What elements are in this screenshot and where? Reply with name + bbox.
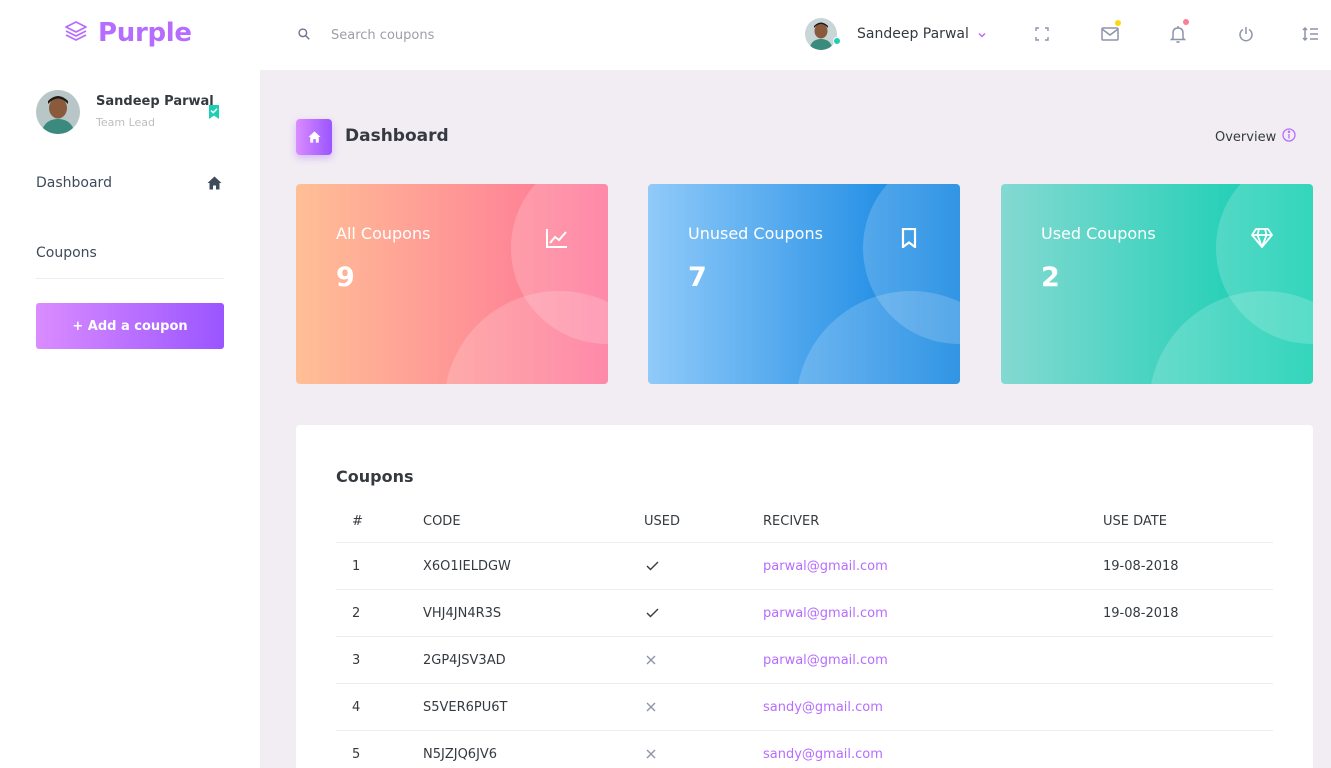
bookmark-icon <box>901 227 917 252</box>
cell-receiver-link[interactable]: parwal@gmail.com <box>763 559 888 574</box>
check-icon <box>646 607 659 622</box>
bookmark-check-icon <box>208 104 220 123</box>
cell-number: 1 <box>352 559 361 574</box>
bell-icon[interactable] <box>1168 19 1189 44</box>
column-header-code: CODE <box>423 514 461 529</box>
home-icon <box>207 175 222 194</box>
cell-receiver-link[interactable]: sandy@gmail.com <box>763 747 883 762</box>
cell-code: 2GP4JSV3AD <box>423 653 506 668</box>
card-decoration <box>796 291 960 384</box>
cell-number: 3 <box>352 653 361 668</box>
stat-card-all-coupons: All Coupons 9 <box>296 184 608 384</box>
table-title: Coupons <box>336 467 414 486</box>
overview-link[interactable]: Overview <box>1215 128 1296 146</box>
column-header-receiver: RECIVER <box>763 514 820 529</box>
sidebar-profile[interactable]: Sandeep Parwal Team Lead <box>36 90 219 134</box>
cell-use-date: 19-08-2018 <box>1103 606 1179 621</box>
brand-logo[interactable]: Purple <box>64 18 192 48</box>
online-status-dot <box>833 37 841 45</box>
stat-label: Unused Coupons <box>688 224 823 243</box>
table-row: 5 N5JZJQ6JV6 sandy@gmail.com <box>336 730 1273 768</box>
sidebar: Sandeep Parwal Team Lead Dashboard Coupo… <box>0 70 260 768</box>
nav-profile-dropdown[interactable]: Sandeep Parwal <box>805 18 987 50</box>
table-row: 3 2GP4JSV3AD parwal@gmail.com <box>336 636 1273 683</box>
sidebar-item-label: Coupons <box>36 245 97 261</box>
column-header-use-date: USE DATE <box>1103 514 1167 529</box>
table-row: 2 VHJ4JN4R3S parwal@gmail.com 19-08-2018 <box>336 589 1273 636</box>
power-icon[interactable] <box>1236 24 1256 44</box>
stat-value: 7 <box>688 262 707 293</box>
diamond-icon <box>1251 228 1273 252</box>
add-coupon-button[interactable]: + Add a coupon <box>36 303 224 349</box>
page-home-icon <box>296 119 332 155</box>
stat-label: Used Coupons <box>1041 224 1156 243</box>
sidebar-profile-name: Sandeep Parwal <box>96 94 214 109</box>
fullscreen-icon[interactable] <box>1032 24 1052 44</box>
cell-code: S5VER6PU6T <box>423 700 508 715</box>
brand-name: Purple <box>98 18 192 48</box>
sidebar-item-coupons[interactable]: Coupons <box>36 245 97 261</box>
stat-value: 2 <box>1041 262 1060 293</box>
cell-code: X6O1IELDGW <box>423 559 511 574</box>
top-navbar: Purple Sandeep Parwal <box>0 0 1331 70</box>
avatar <box>36 90 80 134</box>
sidebar-item-label: Dashboard <box>36 175 112 191</box>
table-row: 4 S5VER6PU6T sandy@gmail.com <box>336 683 1273 730</box>
card-decoration <box>444 291 608 384</box>
chevron-down-icon <box>977 25 987 44</box>
info-circle-icon <box>1282 128 1296 146</box>
avatar <box>805 18 837 50</box>
search-bar <box>297 26 551 45</box>
cell-use-date: 19-08-2018 <box>1103 559 1179 574</box>
check-icon <box>646 560 659 575</box>
cell-receiver-link[interactable]: parwal@gmail.com <box>763 606 888 621</box>
card-decoration <box>1149 291 1313 384</box>
stat-label: All Coupons <box>336 224 431 243</box>
sidebar-item-dashboard[interactable]: Dashboard <box>36 175 112 191</box>
overview-label: Overview <box>1215 129 1277 145</box>
stat-value: 9 <box>336 262 355 293</box>
search-icon <box>297 26 311 45</box>
cell-code: N5JZJQ6JV6 <box>423 747 498 762</box>
column-header-used: USED <box>644 514 680 529</box>
column-header-number: # <box>352 514 363 529</box>
close-icon <box>646 748 656 763</box>
close-icon <box>646 701 656 716</box>
close-icon <box>646 654 656 669</box>
chart-line-icon <box>546 228 568 252</box>
notification-badge <box>1183 19 1189 25</box>
mail-badge <box>1115 20 1121 26</box>
sort-list-icon[interactable] <box>1300 24 1320 44</box>
coupons-table-card: Coupons # CODE USED RECIVER USE DATE 1 X6… <box>296 425 1313 768</box>
stat-card-used-coupons: Used Coupons 2 <box>1001 184 1313 384</box>
cell-receiver-link[interactable]: parwal@gmail.com <box>763 653 888 668</box>
page-title: Dashboard <box>345 126 449 146</box>
cell-code: VHJ4JN4R3S <box>423 606 502 621</box>
sidebar-profile-role: Team Lead <box>96 116 155 129</box>
sidebar-divider <box>36 278 224 279</box>
stat-card-unused-coupons: Unused Coupons 7 <box>648 184 960 384</box>
layers-icon <box>64 19 88 47</box>
cell-number: 5 <box>352 747 361 762</box>
cell-number: 4 <box>352 700 361 715</box>
cell-receiver-link[interactable]: sandy@gmail.com <box>763 700 883 715</box>
nav-user-name: Sandeep Parwal <box>857 26 969 42</box>
search-input[interactable] <box>331 28 551 43</box>
cell-number: 2 <box>352 606 361 621</box>
mail-icon[interactable] <box>1100 20 1121 44</box>
table-row: 1 X6O1IELDGW parwal@gmail.com 19-08-2018 <box>336 542 1273 589</box>
